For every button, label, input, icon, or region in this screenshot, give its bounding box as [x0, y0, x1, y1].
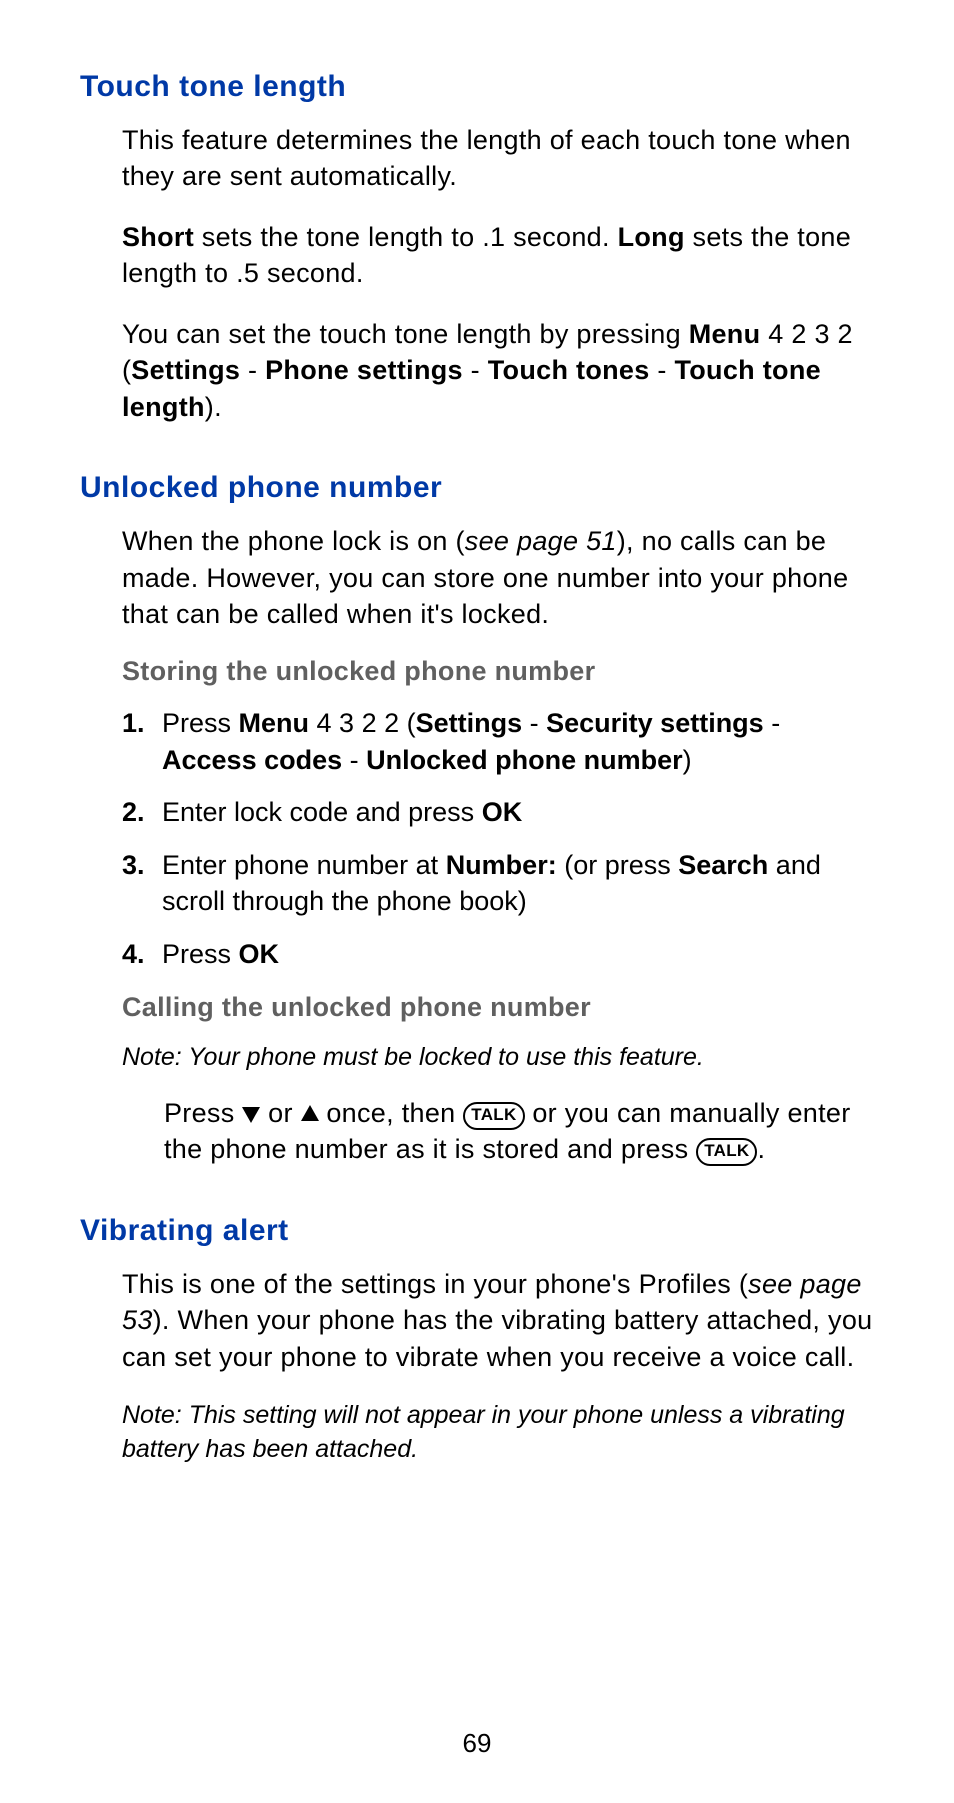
list-item: 1. Press Menu 4 3 2 2 (Settings - Securi…: [122, 705, 874, 778]
text-bold: Number:: [446, 850, 557, 880]
text-bold: Short: [122, 222, 194, 252]
note-text: Note: This setting will not appear in yo…: [122, 1399, 874, 1467]
text: -: [240, 355, 265, 385]
text: ): [683, 745, 692, 775]
talk-key-icon: TALK: [463, 1102, 524, 1130]
text-bold: Phone settings: [265, 355, 463, 385]
list-number: 3.: [122, 847, 162, 920]
text: You can set the touch tone length by pre…: [122, 319, 689, 349]
paragraph: You can set the touch tone length by pre…: [122, 316, 874, 425]
list-text: Press OK: [162, 936, 874, 972]
text: ). When your phone has the vibrating bat…: [122, 1305, 872, 1371]
text: When the phone lock is on (: [122, 526, 465, 556]
text: (or press: [557, 850, 679, 880]
heading-unlocked-phone-number: Unlocked phone number: [80, 471, 874, 505]
text-bold: Settings: [416, 708, 523, 738]
text-bold: Search: [678, 850, 768, 880]
text-bold: OK: [482, 797, 523, 827]
text-bold: Security settings: [546, 708, 764, 738]
text: 4 3 2 2 (: [309, 708, 416, 738]
page-number: 69: [0, 1728, 954, 1759]
text: Enter phone number at: [162, 850, 446, 880]
text: Press: [164, 1098, 242, 1128]
list-item: 4. Press OK: [122, 936, 874, 972]
text: ).: [205, 392, 222, 422]
text-bold: Access codes: [162, 745, 342, 775]
list-text: Enter lock code and press OK: [162, 794, 874, 830]
numbered-list: 1. Press Menu 4 3 2 2 (Settings - Securi…: [122, 705, 874, 972]
list-text: Press Menu 4 3 2 2 (Settings - Security …: [162, 705, 874, 778]
up-triangle-icon: [301, 1105, 319, 1121]
text-italic: see page 51: [465, 526, 617, 556]
list-item: 3. Enter phone number at Number: (or pre…: [122, 847, 874, 920]
note-text: Note: Your phone must be locked to use t…: [122, 1041, 874, 1075]
subheading-calling: Calling the unlocked phone number: [122, 992, 874, 1023]
list-text: Enter phone number at Number: (or press …: [162, 847, 874, 920]
text-bold: OK: [239, 939, 280, 969]
text-bold: Menu: [689, 319, 761, 349]
subheading-storing: Storing the unlocked phone number: [122, 656, 874, 687]
paragraph: This is one of the settings in your phon…: [122, 1266, 874, 1375]
text-bold: Settings: [131, 355, 240, 385]
text: Press: [162, 939, 239, 969]
paragraph: When the phone lock is on (see page 51),…: [122, 523, 874, 632]
text-bold: Long: [618, 222, 685, 252]
list-number: 4.: [122, 936, 162, 972]
list-number: 1.: [122, 705, 162, 778]
text-bold: Menu: [239, 708, 310, 738]
list-item: 2. Enter lock code and press OK: [122, 794, 874, 830]
text: once, then: [319, 1098, 464, 1128]
paragraph: Short sets the tone length to .1 second.…: [122, 219, 874, 292]
down-triangle-icon: [242, 1107, 260, 1123]
text: -: [650, 355, 675, 385]
text: sets the tone length to .1 second.: [194, 222, 618, 252]
text: -: [522, 708, 546, 738]
text: .: [757, 1134, 765, 1164]
text: This is one of the settings in your phon…: [122, 1269, 748, 1299]
list-number: 2.: [122, 794, 162, 830]
paragraph: Press or once, then TALK or you can manu…: [164, 1095, 874, 1168]
text: or: [260, 1098, 300, 1128]
text-bold: Unlocked phone number: [366, 745, 683, 775]
text: Press: [162, 708, 239, 738]
text: -: [463, 355, 488, 385]
heading-vibrating-alert: Vibrating alert: [80, 1214, 874, 1248]
heading-touch-tone-length: Touch tone length: [80, 70, 874, 104]
text-bold: Touch tones: [488, 355, 650, 385]
text: -: [342, 745, 366, 775]
paragraph: This feature determines the length of ea…: [122, 122, 874, 195]
talk-key-icon: TALK: [696, 1138, 757, 1166]
text: -: [764, 708, 781, 738]
text: Enter lock code and press: [162, 797, 482, 827]
